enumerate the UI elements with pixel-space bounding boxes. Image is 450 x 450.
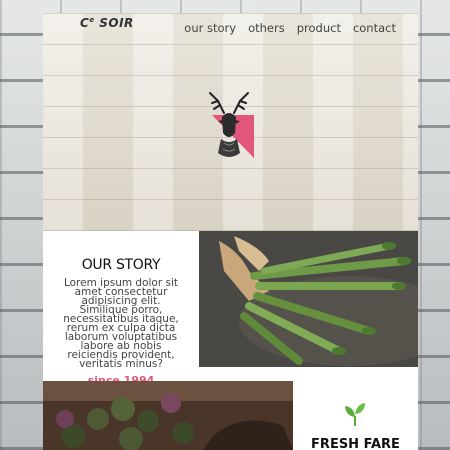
nav-item-product[interactable]: product	[297, 21, 341, 35]
hero-banner: Ce SOIR our story others product contact	[43, 13, 418, 231]
asparagus-image	[199, 231, 418, 367]
deer-icon	[209, 92, 254, 158]
main-nav: our story others product contact	[184, 21, 396, 35]
site-page: Ce SOIR our story others product contact	[43, 13, 418, 450]
fresh-fare-title: FRESH FARE	[311, 437, 400, 450]
nav-item-contact[interactable]: contact	[353, 21, 396, 35]
story-body: Lorem ipsum dolor sit amet consectetur a…	[63, 277, 179, 370]
story-title: OUR STORY	[81, 257, 161, 273]
tea-image	[43, 381, 293, 450]
our-story-section: OUR STORY Lorem ipsum dolor sit amet con…	[43, 231, 199, 387]
nav-item-our-story[interactable]: our story	[184, 21, 236, 35]
logo[interactable]: Ce SOIR	[80, 16, 134, 30]
leaf-icon	[345, 403, 365, 426]
nav-item-others[interactable]: others	[248, 21, 285, 35]
fresh-fare-section: FRESH FARE	[293, 381, 418, 450]
